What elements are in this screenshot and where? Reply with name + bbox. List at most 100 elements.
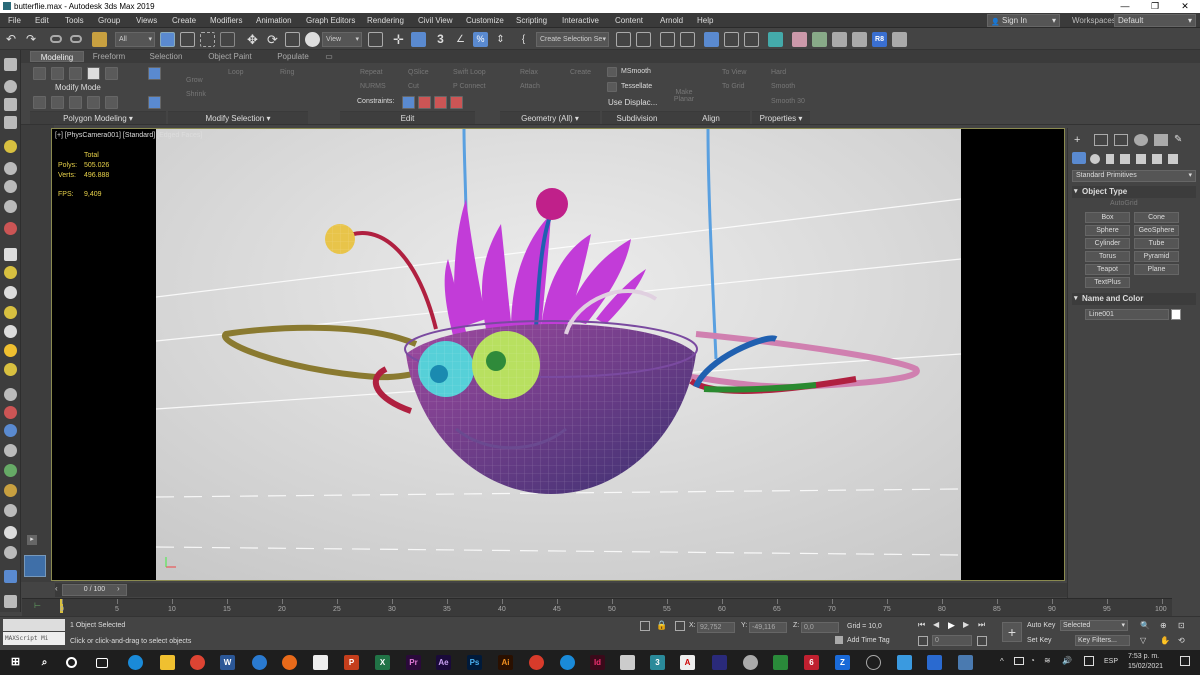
menu-modifiers[interactable]: Modifiers: [210, 16, 242, 25]
autogrid-checkbox[interactable]: AutoGrid: [1110, 200, 1138, 207]
action-icon[interactable]: [1084, 656, 1094, 666]
tool-icon[interactable]: [4, 504, 17, 517]
systems-icon[interactable]: [1168, 154, 1178, 164]
camera-icon[interactable]: [4, 162, 17, 175]
start-icon[interactable]: ⊞: [8, 655, 23, 670]
ribbon-tool-icon[interactable]: [51, 96, 64, 109]
previous-key-icon[interactable]: ◀: [933, 620, 939, 629]
chrome-icon[interactable]: [190, 655, 205, 670]
percent-snap-icon[interactable]: %: [473, 32, 488, 47]
snaps-toggle-icon[interactable]: 3: [433, 32, 448, 47]
layer-icon[interactable]: [4, 116, 17, 129]
maxscript-listener[interactable]: [3, 619, 65, 631]
category-dropdown[interactable]: Standard Primitives ▾: [1072, 170, 1196, 182]
app-icon[interactable]: [620, 655, 635, 670]
word-icon[interactable]: W: [220, 655, 235, 670]
tray-up-icon[interactable]: ^: [1000, 657, 1004, 666]
tab-selection[interactable]: Selection: [142, 51, 190, 62]
menu-interactive[interactable]: Interactive: [562, 16, 599, 25]
polygon-icon[interactable]: [87, 67, 100, 80]
geosphere-button[interactable]: GeoSphere: [1134, 225, 1179, 236]
rendered-frame-window-icon[interactable]: [812, 32, 827, 47]
swift-loop-button[interactable]: Swift Loop: [453, 69, 486, 76]
menu-file[interactable]: File: [8, 16, 21, 25]
menu-arnold[interactable]: Arnold: [660, 16, 683, 25]
move-icon[interactable]: ✥: [245, 32, 260, 47]
tube-icon[interactable]: [4, 363, 17, 376]
scale-icon[interactable]: [285, 32, 300, 47]
indesign-icon[interactable]: Id: [590, 655, 605, 670]
illustrator-icon[interactable]: Ai: [498, 655, 513, 670]
modify-mode-label[interactable]: Modify Mode: [55, 83, 101, 92]
panel-align[interactable]: Align: [672, 111, 750, 124]
spacewarps-icon[interactable]: [1152, 154, 1162, 164]
curve-editor-icon[interactable]: [724, 32, 739, 47]
after-effects-icon[interactable]: Ae: [436, 655, 451, 670]
sphere-icon[interactable]: [4, 286, 17, 299]
modify-tab-icon[interactable]: [1094, 134, 1108, 146]
panel-modify-selection[interactable]: Modify Selection ▾: [168, 111, 308, 124]
orbit-icon[interactable]: ⟲: [1178, 636, 1185, 645]
tool-icon[interactable]: [4, 388, 17, 401]
expand-icon[interactable]: ▸: [27, 535, 37, 545]
undo-icon[interactable]: ↶: [6, 32, 21, 47]
angle-snap-icon[interactable]: ∠: [453, 32, 468, 47]
sign-in-dropdown[interactable]: 👤 Sign In ▾: [987, 14, 1060, 27]
p-connect-button[interactable]: P Connect: [453, 83, 486, 90]
layer-explorer-icon[interactable]: [680, 32, 695, 47]
hard-button[interactable]: Hard: [771, 69, 786, 76]
object-color-swatch[interactable]: [1171, 309, 1181, 320]
time-slider[interactable]: 0 / 100 ‹ ›: [55, 583, 1067, 597]
menu-content[interactable]: Content: [615, 16, 643, 25]
render-iterative-icon[interactable]: [852, 32, 867, 47]
pivot-center-icon[interactable]: [368, 32, 383, 47]
firefox-icon[interactable]: [282, 655, 297, 670]
ribbon-tool-icon[interactable]: [69, 96, 82, 109]
element-icon[interactable]: [105, 67, 118, 80]
ribbon-tool-icon[interactable]: [148, 96, 161, 109]
track-bar[interactable]: ⊢ 0 5 10 15 20 25 30 35 40 45 50 55 60 6…: [22, 598, 1172, 616]
menu-create[interactable]: Create: [172, 16, 196, 25]
maxscript-mini-listener[interactable]: MAXScript Mi: [3, 632, 65, 645]
add-time-tag-button[interactable]: Add Time Tag: [847, 637, 890, 644]
keyboard-shortcut-override-icon[interactable]: [411, 32, 426, 47]
spacewarp-icon[interactable]: [4, 200, 17, 213]
utilities-tab-icon[interactable]: ✎: [1174, 134, 1188, 146]
z-coordinate-field[interactable]: 0,0: [801, 622, 839, 633]
menu-tools[interactable]: Tools: [65, 16, 84, 25]
torus-icon[interactable]: [4, 306, 17, 319]
schematic-view-icon[interactable]: [744, 32, 759, 47]
msmooth-button[interactable]: MSmooth: [621, 68, 651, 75]
plane-button[interactable]: Plane: [1134, 264, 1179, 275]
select-by-name-icon[interactable]: [180, 32, 195, 47]
panel-geometry-all[interactable]: Geometry (All) ▾: [500, 111, 600, 124]
cloud-icon[interactable]: [4, 80, 17, 93]
tool-icon[interactable]: [4, 464, 17, 477]
to-view-button[interactable]: To View: [722, 69, 746, 76]
tool-icon[interactable]: [4, 406, 17, 419]
maximize-button[interactable]: ❐: [1140, 0, 1170, 13]
attach-button[interactable]: Attach: [520, 83, 540, 90]
relax-button[interactable]: Relax: [520, 69, 538, 76]
app-icon[interactable]: 6: [804, 655, 819, 670]
close-button[interactable]: ✕: [1170, 0, 1200, 13]
loop-button[interactable]: Loop: [228, 69, 244, 76]
display-tab-icon[interactable]: [1154, 134, 1168, 146]
ribbon-tool-icon[interactable]: [105, 96, 118, 109]
set-key-button[interactable]: Set Key: [1027, 637, 1052, 644]
menu-customize[interactable]: Customize: [466, 16, 504, 25]
menu-scripting[interactable]: Scripting: [516, 16, 547, 25]
app-icon[interactable]: [773, 655, 788, 670]
tool-icon[interactable]: [4, 424, 17, 437]
autocad-icon[interactable]: A: [680, 655, 695, 670]
next-frame-icon[interactable]: ›: [117, 584, 120, 593]
workspace-dropdown[interactable]: Default ▾: [1114, 14, 1196, 27]
grow-button[interactable]: Grow: [186, 77, 203, 84]
internet-explorer-icon[interactable]: [252, 655, 267, 670]
systems-icon[interactable]: [4, 222, 17, 235]
zoom-all-icon[interactable]: ⊕: [1160, 621, 1167, 630]
smooth-30-button[interactable]: Smooth 30: [771, 98, 805, 105]
repeat-button[interactable]: Repeat: [360, 69, 383, 76]
ribbon-tool-icon[interactable]: [148, 67, 161, 80]
field-of-view-icon[interactable]: ▽: [1140, 636, 1146, 645]
